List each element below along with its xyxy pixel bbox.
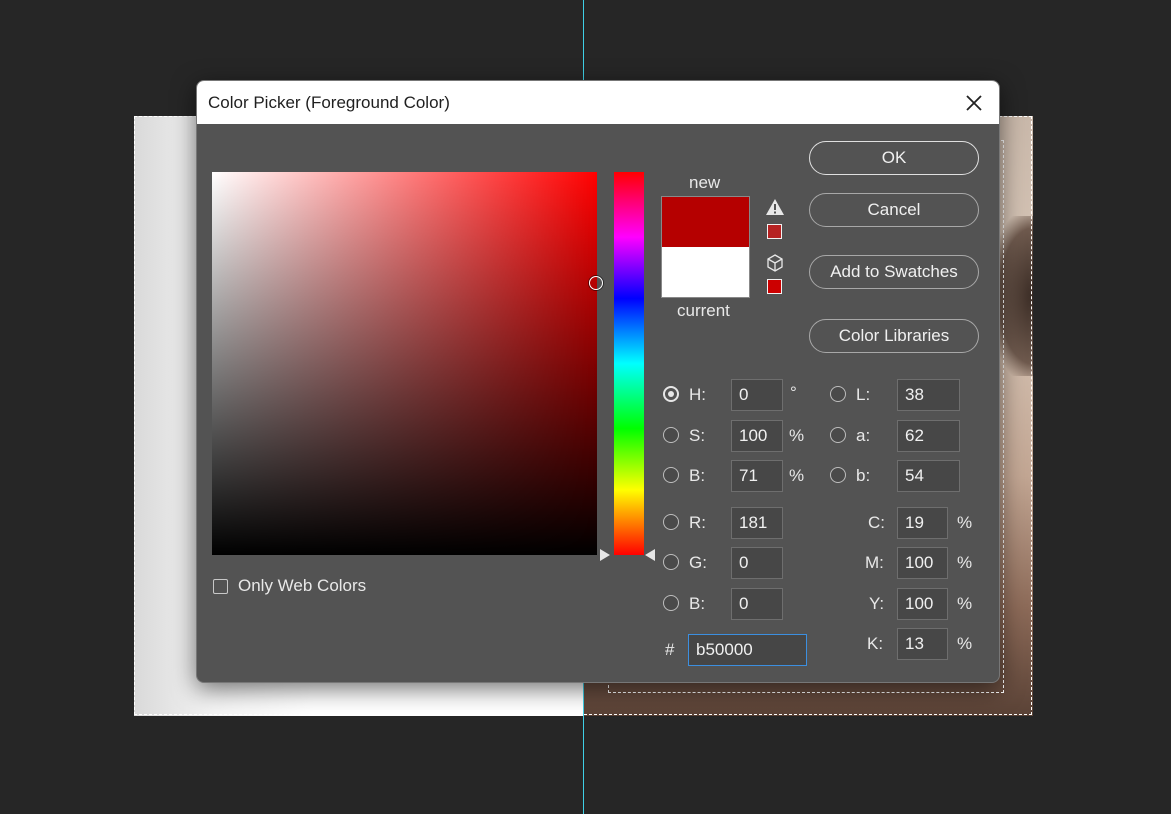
- radio-green[interactable]: [663, 554, 679, 570]
- dialog-titlebar: Color Picker (Foreground Color): [197, 81, 999, 124]
- black-unit: %: [957, 634, 973, 653]
- radio-a-channel[interactable]: [830, 427, 846, 443]
- gamut-warning-icon[interactable]: [765, 198, 785, 216]
- hue-input[interactable]: 0: [731, 379, 783, 411]
- radio-hue[interactable]: [663, 386, 679, 402]
- magenta-unit: %: [957, 553, 973, 572]
- saturation-input[interactable]: 100: [731, 420, 783, 452]
- dialog-title: Color Picker (Foreground Color): [208, 93, 450, 112]
- hue-slider[interactable]: [614, 172, 644, 555]
- radio-saturation[interactable]: [663, 427, 679, 443]
- saturation-unit: %: [789, 426, 805, 445]
- radio-brightness[interactable]: [663, 467, 679, 483]
- new-color-label: new: [689, 173, 721, 192]
- black-input[interactable]: 13: [897, 628, 948, 660]
- color-field-marker[interactable]: [589, 276, 603, 291]
- radio-red[interactable]: [663, 514, 679, 530]
- radio-b-channel[interactable]: [830, 467, 846, 483]
- lightness-input[interactable]: 38: [897, 379, 960, 411]
- only-web-colors-option[interactable]: Only Web Colors: [213, 576, 366, 596]
- red-input[interactable]: 181: [731, 507, 783, 539]
- new-color-swatch: [661, 196, 750, 247]
- web-safe-swatch[interactable]: [767, 279, 782, 294]
- a-channel-label: a:: [856, 426, 871, 445]
- brightness-unit: %: [789, 466, 805, 485]
- cyan-input[interactable]: 19: [897, 507, 948, 539]
- hue-slider-handle-left[interactable]: [600, 549, 610, 561]
- yellow-input[interactable]: 100: [897, 588, 948, 620]
- hue-unit: °: [790, 383, 797, 402]
- add-to-swatches-button[interactable]: Add to Swatches: [809, 255, 979, 289]
- web-safe-cube-icon[interactable]: [765, 253, 785, 273]
- lightness-label: L:: [856, 385, 871, 404]
- yellow-label: Y:: [869, 594, 885, 613]
- hex-label: #: [665, 640, 675, 659]
- brightness-input[interactable]: 71: [731, 460, 783, 492]
- cyan-unit: %: [957, 513, 973, 532]
- close-icon: [966, 95, 982, 111]
- green-label: G:: [689, 553, 707, 572]
- cancel-button[interactable]: Cancel: [809, 193, 979, 227]
- current-color-swatch[interactable]: [661, 247, 750, 298]
- blue-label: B:: [689, 594, 706, 613]
- a-channel-input[interactable]: 62: [897, 420, 960, 452]
- color-picker-dialog: Color Picker (Foreground Color) Only Web…: [196, 80, 1000, 683]
- color-libraries-button[interactable]: Color Libraries: [809, 319, 979, 353]
- b-channel-label: b:: [856, 466, 871, 485]
- yellow-unit: %: [957, 594, 973, 613]
- current-color-label: current: [677, 301, 730, 320]
- saturation-brightness-field[interactable]: [212, 172, 603, 555]
- magenta-input[interactable]: 100: [897, 547, 948, 579]
- gamut-correction-swatch[interactable]: [767, 224, 782, 239]
- radio-lightness[interactable]: [830, 386, 846, 402]
- blue-input[interactable]: 0: [731, 588, 783, 620]
- close-button[interactable]: [961, 90, 987, 116]
- green-input[interactable]: 0: [731, 547, 783, 579]
- only-web-colors-label: Only Web Colors: [238, 576, 367, 595]
- black-label: K:: [867, 634, 884, 653]
- b-channel-input[interactable]: 54: [897, 460, 960, 492]
- red-label: R:: [689, 513, 706, 532]
- saturation-label: S:: [689, 426, 706, 445]
- magenta-label: M:: [865, 553, 884, 572]
- hue-slider-handle-right[interactable]: [645, 549, 655, 561]
- hex-input[interactable]: b50000: [688, 634, 807, 666]
- brightness-label: B:: [689, 466, 706, 485]
- cyan-label: C:: [868, 513, 885, 532]
- only-web-colors-checkbox[interactable]: [213, 578, 228, 594]
- radio-blue[interactable]: [663, 595, 679, 611]
- ok-button[interactable]: OK: [809, 141, 979, 175]
- hue-label: H:: [689, 385, 706, 404]
